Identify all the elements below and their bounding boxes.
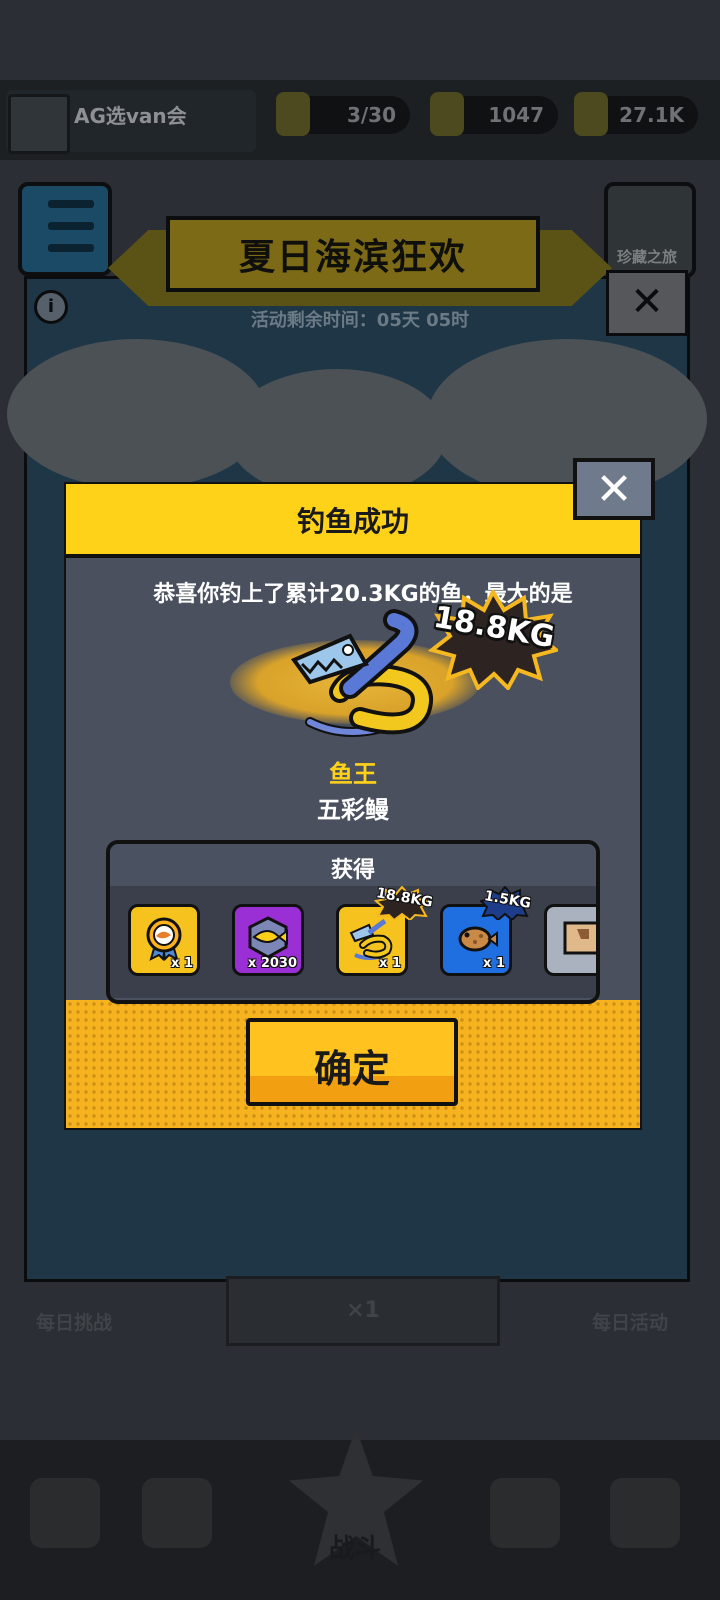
gem-icon bbox=[574, 92, 608, 136]
menu-button[interactable] bbox=[18, 182, 112, 276]
nav-gear-icon[interactable] bbox=[142, 1478, 212, 1548]
close-button[interactable]: ✕ bbox=[573, 458, 655, 520]
confirm-button-label[interactable]: 确定 bbox=[246, 1038, 458, 1093]
rewards-title: 获得 bbox=[330, 858, 375, 883]
collection-label: 珍藏之旅 bbox=[616, 248, 677, 266]
nav-shop-icon[interactable] bbox=[30, 1478, 100, 1548]
reward-item[interactable]: 2 bbox=[544, 904, 596, 976]
dialog-title: 钓鱼成功 bbox=[296, 505, 409, 538]
event-close-button[interactable]: ✕ bbox=[606, 270, 688, 336]
daily-challenge-label[interactable]: 每日挑战 bbox=[36, 1308, 112, 1335]
stamina-icon bbox=[276, 92, 310, 136]
eel-icon bbox=[349, 918, 393, 960]
nav-battle-label: 战斗 bbox=[328, 1534, 381, 1564]
reward-count: x 1 bbox=[379, 956, 401, 971]
reward-count: x 1 bbox=[171, 956, 193, 971]
cast-button[interactable]: ×1 bbox=[226, 1276, 500, 1346]
rewards-list[interactable]: x 1 x 2030 x 1 18.8KG x 1 1.5KG bbox=[110, 885, 596, 998]
rainbow-eel-icon bbox=[290, 609, 433, 737]
fish-rank-label: 鱼王 bbox=[329, 760, 377, 788]
avatar[interactable] bbox=[8, 94, 70, 154]
fish-token-icon bbox=[248, 916, 288, 959]
nav-tools-icon[interactable] bbox=[610, 1478, 680, 1548]
fish-name: 五彩鳗 bbox=[317, 796, 389, 824]
flounder-icon bbox=[458, 926, 498, 952]
player-name: AG选van会 bbox=[74, 104, 187, 128]
event-title: 夏日海滨狂欢 bbox=[238, 237, 467, 278]
reward-count: x 2030 bbox=[247, 956, 297, 971]
nav-fishing-icon[interactable] bbox=[490, 1478, 560, 1548]
coin-icon bbox=[430, 92, 464, 136]
medal-icon bbox=[146, 917, 182, 961]
reward-item[interactable]: x 1 bbox=[128, 904, 200, 976]
rewards-panel: 获得 x 1 x 2030 x 1 18.8KG x 1 1.5KG bbox=[106, 840, 600, 1004]
daily-event-label[interactable]: 每日活动 bbox=[592, 1308, 668, 1335]
map-scroll-icon bbox=[563, 921, 596, 955]
reward-count: x 1 bbox=[483, 956, 505, 971]
reward-item[interactable]: x 2030 bbox=[232, 904, 304, 976]
